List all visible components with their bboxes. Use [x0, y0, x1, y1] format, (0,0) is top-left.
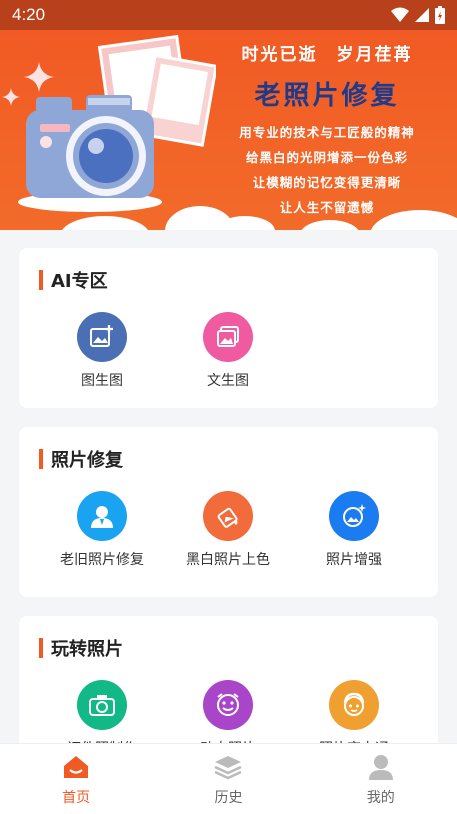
section-photo-repair: 照片修复 老旧照片修复 黑白照片上色 照片增强 [19, 427, 438, 597]
section-title-text: AI专区 [51, 271, 108, 292]
banner-slogan: 时光已逝 岁月荏苒 [241, 45, 413, 65]
battery-icon [435, 6, 445, 24]
item-text-to-image[interactable]: 文生图 [165, 312, 291, 390]
images-icon [203, 312, 253, 362]
item-colorize[interactable]: 黑白照片上色 [165, 491, 291, 569]
wifi-icon [391, 7, 409, 22]
person-icon [77, 491, 127, 541]
item-label: 黑白照片上色 [186, 552, 270, 568]
nav-home[interactable]: 首页 [0, 744, 152, 814]
title-accent-bar [39, 270, 43, 290]
nav-label: 我的 [366, 790, 395, 806]
banner-line: 用专业的技术与工匠般的精神 [239, 125, 415, 140]
nav-history[interactable]: 历史 [152, 744, 304, 814]
nav-mine[interactable]: 我的 [305, 744, 457, 814]
status-bar: 4:20 [0, 0, 457, 30]
banner-line: 给黑白的光阴增添一份色彩 [245, 150, 408, 165]
item-image-to-image[interactable]: 图生图 [39, 312, 165, 390]
section-title-text: 玩转照片 [51, 639, 123, 660]
home-icon [64, 756, 89, 778]
item-label: 文生图 [207, 373, 249, 389]
item-label: 照片增强 [326, 552, 382, 568]
title-accent-bar [39, 449, 43, 469]
section-title-text: 照片修复 [51, 450, 123, 471]
banner-title: 老照片修复 [254, 81, 400, 111]
camera-icon [77, 680, 127, 730]
section-title: 玩转照片 [39, 636, 123, 660]
camera-illustration [18, 95, 162, 212]
status-icons [391, 6, 445, 24]
paint-bucket-icon [203, 491, 253, 541]
signal-icon [415, 8, 429, 22]
cartoon-face-icon [329, 680, 379, 730]
banner-line: 让模糊的记忆变得更清晰 [252, 175, 402, 190]
banner[interactable]: 时光已逝 岁月荏苒 老照片修复 用专业的技术与工匠般的精神 给黑白的光阴增添一份… [0, 30, 457, 230]
nav-label: 首页 [62, 790, 91, 806]
cloud-decoration [60, 216, 150, 230]
section-title: 照片修复 [39, 447, 123, 471]
photo-enhance-icon [329, 491, 379, 541]
cloud-decoration [300, 220, 360, 230]
face-icon [203, 680, 253, 730]
item-label: 老旧照片修复 [60, 552, 144, 568]
nav-label: 历史 [214, 790, 243, 806]
section-title: AI专区 [39, 268, 108, 292]
banner-text: 时光已逝 岁月荏苒 老照片修复 用专业的技术与工匠般的精神 给黑白的光阴增添一份… [212, 40, 442, 220]
sparkle-icon [24, 62, 54, 92]
status-time: 4:20 [12, 5, 46, 24]
section-ai: AI专区 图生图 文生图 [19, 248, 438, 408]
item-photo-enhance[interactable]: 照片增强 [291, 491, 417, 569]
image-add-icon [77, 312, 127, 362]
user-icon [368, 755, 393, 780]
layers-icon [214, 756, 243, 780]
item-old-photo-repair[interactable]: 老旧照片修复 [39, 491, 165, 569]
item-label: 图生图 [81, 373, 123, 389]
bottom-nav: 首页 历史 我的 [0, 743, 457, 814]
title-accent-bar [39, 638, 43, 658]
